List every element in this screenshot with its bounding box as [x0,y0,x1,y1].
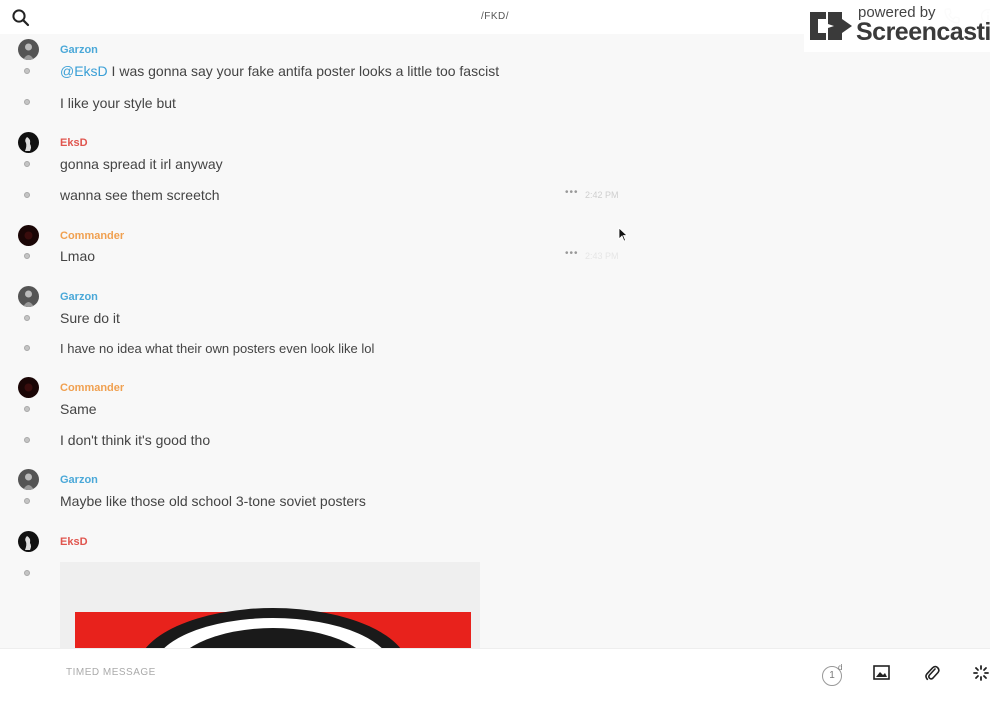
avatar-garzon[interactable] [18,469,39,490]
read-receipt-icon [24,161,30,167]
author-name[interactable]: Commander [60,230,124,242]
message-menu-button[interactable]: ••• [565,248,579,259]
read-receipt-icon [24,570,30,576]
avatar-garzon[interactable] [18,39,39,60]
composer-bar: TIMED MESSAGE 1 d [0,648,990,701]
message-text: Sure do it [60,310,120,326]
image-icon[interactable] [873,665,890,680]
message-menu-button[interactable]: ••• [565,187,579,198]
author-name[interactable]: Garzon [60,474,98,486]
avatar-eksd[interactable] [18,531,39,552]
mention-link[interactable]: @EksD [60,63,108,79]
message-timestamp: 2:42 PM [585,190,619,200]
paperclip-icon[interactable] [924,664,940,682]
read-receipt-icon [24,192,30,198]
watermark-line2: Screencastify [856,18,990,47]
message-text: @EksD I was gonna say your fake antifa p… [60,63,499,79]
read-receipt-icon [24,345,30,351]
screencastify-logo-icon [808,6,854,46]
avatar-eksd[interactable] [18,132,39,153]
mouse-cursor-icon [618,227,628,242]
avatar-commander[interactable] [18,225,39,246]
message-input[interactable]: TIMED MESSAGE [66,667,156,678]
message-text: Lmao [60,248,95,264]
avatar-commander[interactable] [18,377,39,398]
author-name[interactable]: EksD [60,137,88,149]
message-timestamp: 2:43 PM [585,251,619,261]
message-text: Maybe like those old school 3-tone sovie… [60,493,366,509]
timer-unit: d [838,663,842,672]
message-text: I have no idea what their own posters ev… [60,341,374,356]
message-text: wanna see them screetch [60,187,220,203]
author-name[interactable]: EksD [60,536,88,548]
read-receipt-icon [24,315,30,321]
avatar-garzon[interactable] [18,286,39,307]
author-name[interactable]: Garzon [60,291,98,303]
author-name[interactable]: Garzon [60,44,98,56]
message-text: I don't think it's good tho [60,432,210,448]
message-text: gonna spread it irl anyway [60,156,223,172]
read-receipt-icon [24,99,30,105]
read-receipt-icon [24,253,30,259]
loader-icon[interactable] [973,665,989,681]
image-attachment[interactable] [60,562,480,650]
read-receipt-icon [24,498,30,504]
author-name[interactable]: Commander [60,382,124,394]
read-receipt-icon [24,406,30,412]
message-text: Same [60,401,97,417]
read-receipt-icon [24,437,30,443]
message-text: I like your style but [60,95,176,111]
screencastify-watermark: powered by Screencastify [804,0,990,52]
read-receipt-icon [24,68,30,74]
